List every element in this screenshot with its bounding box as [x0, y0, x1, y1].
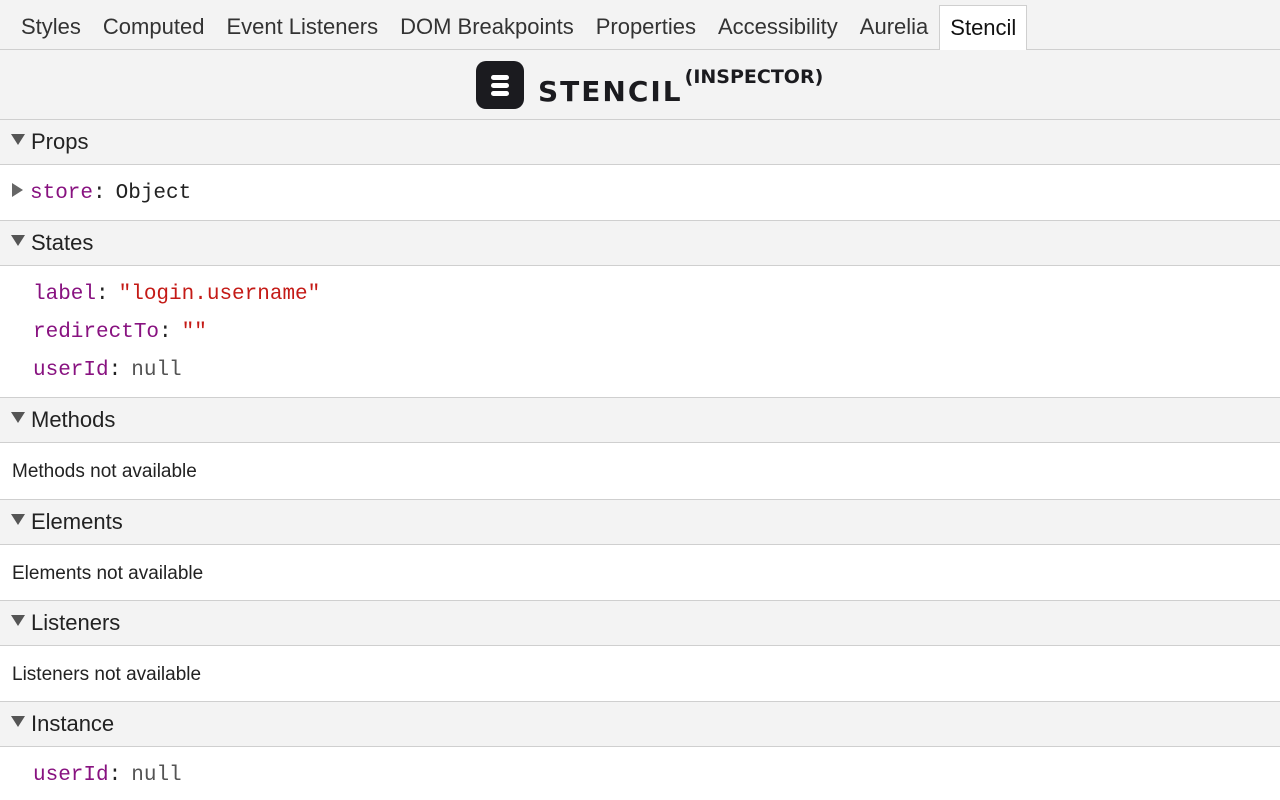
prop-colon: : — [93, 181, 106, 205]
stencil-logo-icon — [476, 61, 524, 109]
section-body-instance: userId : null — [0, 747, 1280, 800]
state-row-label: label : "login.username" — [33, 275, 320, 313]
section-header-states[interactable]: States — [0, 220, 1280, 266]
tab-aurelia[interactable]: Aurelia — [849, 4, 939, 50]
tab-accessibility[interactable]: Accessibility — [707, 4, 849, 50]
collapse-triangle-icon — [11, 411, 25, 423]
empty-message: Elements not available — [12, 563, 204, 584]
inspector-header: STENCIL (INSPECTOR) — [0, 50, 1280, 120]
prop-key: label — [33, 282, 97, 306]
logo-text: STENCIL — [538, 74, 683, 108]
prop-key: store — [30, 181, 94, 205]
prop-key: redirectTo — [33, 320, 160, 344]
section-title: Elements — [31, 509, 123, 534]
prop-key: userId — [33, 763, 109, 787]
stencil-logo: STENCIL (INSPECTOR) — [476, 60, 823, 110]
section-body-methods: Methods not available — [0, 443, 1280, 499]
tab-styles[interactable]: Styles — [10, 4, 92, 50]
logo-superscript: (INSPECTOR) — [684, 66, 824, 88]
collapse-triangle-icon — [11, 133, 25, 145]
tab-list: Styles Computed Event Listeners DOM Brea… — [0, 0, 1280, 51]
section-body-states: label : "login.username" redirectTo : ""… — [0, 266, 1280, 398]
prop-colon: : — [159, 320, 172, 344]
section-header-instance[interactable]: Instance — [0, 701, 1280, 747]
section-title: Props — [31, 129, 89, 154]
section-header-listeners[interactable]: Listeners — [0, 600, 1280, 646]
section-header-methods[interactable]: Methods — [0, 397, 1280, 443]
prop-key: userId — [33, 358, 109, 382]
section-title: Instance — [31, 711, 115, 736]
prop-colon: : — [96, 282, 109, 306]
section-body-props: store : Object — [0, 165, 1280, 220]
section-header-elements[interactable]: Elements — [0, 499, 1280, 545]
prop-value: null — [131, 763, 182, 787]
empty-message: Listeners not available — [12, 664, 202, 685]
prop-value: "login.username" — [118, 282, 321, 306]
prop-colon: : — [108, 763, 122, 787]
tab-computed[interactable]: Computed — [92, 4, 216, 50]
prop-row-store[interactable]: store : Object — [0, 174, 191, 212]
collapse-triangle-icon — [11, 715, 25, 727]
empty-message: Methods not available — [12, 461, 197, 482]
collapse-triangle-icon — [11, 234, 25, 246]
panel-tab-bar: Styles Computed Event Listeners DOM Brea… — [0, 0, 1280, 51]
expand-triangle-icon[interactable] — [12, 183, 23, 197]
section-title: Listeners — [31, 610, 121, 635]
state-row-redirectto: redirectTo : "" — [33, 313, 207, 351]
section-title: Methods — [31, 407, 116, 432]
collapse-triangle-icon — [11, 513, 25, 525]
prop-colon: : — [108, 358, 122, 382]
section-title: States — [31, 230, 94, 255]
section-header-props[interactable]: Props — [0, 119, 1280, 165]
state-row-userid: userId : null — [33, 351, 182, 389]
instance-row-userid: userId : null — [33, 756, 182, 794]
collapse-triangle-icon — [11, 614, 25, 626]
tab-dom-breakpoints[interactable]: DOM Breakpoints — [389, 4, 585, 50]
tab-stencil[interactable]: Stencil — [939, 5, 1028, 51]
section-body-elements: Elements not available — [0, 545, 1280, 600]
section-body-listeners: Listeners not available — [0, 646, 1280, 701]
prop-value: null — [131, 358, 182, 382]
tab-event-listeners[interactable]: Event Listeners — [215, 4, 389, 50]
prop-value: "" — [181, 320, 207, 344]
prop-value: Object — [115, 181, 192, 205]
tab-properties[interactable]: Properties — [585, 4, 707, 50]
